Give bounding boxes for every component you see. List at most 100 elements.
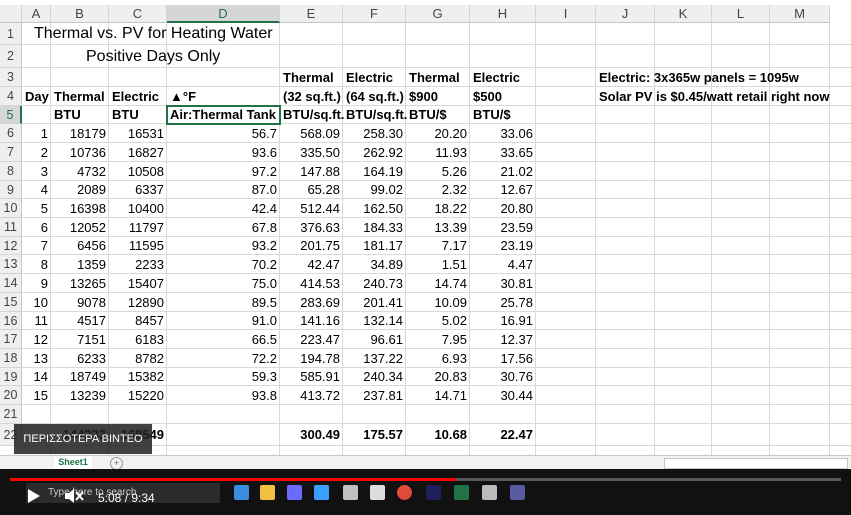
mail-icon[interactable] (370, 485, 385, 500)
data-cell-h: 33.06 (500, 126, 533, 141)
data-cell-d: 89.5 (251, 295, 277, 310)
select-all-corner[interactable] (0, 5, 22, 23)
column-header-m[interactable]: M (770, 5, 830, 23)
row-header-15[interactable]: 15 (0, 293, 22, 312)
data-cell-g: 6.93 (441, 351, 467, 366)
photos-icon[interactable] (482, 485, 497, 500)
row-header-21[interactable]: 21 (0, 405, 22, 424)
data-cell-h: 23.19 (500, 238, 533, 253)
data-cell-e: 414.53 (300, 276, 340, 291)
row-header-8[interactable]: 8 (0, 162, 22, 181)
app-icon[interactable] (314, 485, 329, 500)
row-header-17[interactable]: 17 (0, 330, 22, 349)
data-cell-d: 97.2 (251, 164, 277, 179)
data-cell-d: 93.2 (251, 238, 277, 253)
column-header-a[interactable]: A (22, 5, 51, 23)
data-cell-a: 13 (33, 351, 48, 366)
data-cell-f: 201.41 (363, 295, 403, 310)
data-cell-d: 42.4 (251, 201, 277, 216)
column-header-f[interactable]: F (343, 5, 406, 23)
data-cell-d: 75.0 (251, 276, 277, 291)
column-header-c[interactable]: C (109, 5, 167, 23)
row-header-9[interactable]: 9 (0, 181, 22, 199)
row-header-7[interactable]: 7 (0, 143, 22, 162)
file-explorer-icon[interactable] (260, 485, 275, 500)
row-header-20[interactable]: 20 (0, 386, 22, 405)
data-cell-g: 14.71 (434, 388, 467, 403)
store-icon[interactable] (287, 485, 302, 500)
row-header-3[interactable]: 3 (0, 68, 22, 87)
data-cell-c: 2233 (135, 257, 164, 272)
data-cell-d: 87.0 (251, 182, 277, 197)
edge-icon[interactable] (234, 485, 249, 500)
data-cell-h: 30.76 (500, 369, 533, 384)
row-header-16[interactable]: 16 (0, 312, 22, 330)
total-cell-h: 22.47 (500, 427, 533, 442)
column-header-g[interactable]: G (406, 5, 470, 23)
header-cell-j: Electric: 3x365w panels = 1095w (599, 70, 799, 85)
data-cell-c: 6183 (135, 332, 164, 347)
excel-icon[interactable] (454, 485, 469, 500)
data-cell-c: 16827 (127, 145, 164, 160)
header-cell-b: BTU (54, 107, 81, 122)
data-cell-h: 30.81 (500, 276, 533, 291)
total-cell-f: 175.57 (363, 427, 403, 442)
sheet-tab-bar: Sheet1 + (0, 455, 851, 471)
more-videos-button[interactable]: ΠΕΡΙΣΣΟΤΕΡΑ ΒΙΝΤΕΟ (14, 424, 152, 454)
row-header-5[interactable]: 5 (0, 106, 22, 124)
row-header-4[interactable]: 4 (0, 87, 22, 106)
row-header-18[interactable]: 18 (0, 349, 22, 368)
header-cell-e: Thermal (283, 70, 334, 85)
spreadsheet-area[interactable]: A B C D E F G H I J K L M 1 2 3 4 5 6 7 8 9 10 11 12 13 14 15 16 17 18… (0, 0, 851, 455)
column-header-d[interactable]: D (167, 5, 280, 23)
row-header-14[interactable]: 14 (0, 274, 22, 293)
data-cell-g: 2.32 (441, 182, 467, 197)
data-cell-a: 5 (40, 201, 48, 216)
data-cell-e: 283.69 (300, 295, 340, 310)
row-header-11[interactable]: 11 (0, 218, 22, 237)
header-cell-g: BTU/$ (409, 107, 447, 122)
data-cell-c: 12890 (127, 295, 164, 310)
data-cell-h: 4.47 (507, 257, 533, 272)
mute-icon[interactable] (64, 488, 84, 504)
column-header-l[interactable]: L (712, 5, 770, 23)
header-cell-c: Electric (112, 89, 159, 104)
column-header-b[interactable]: B (51, 5, 109, 23)
column-header-j[interactable]: J (596, 5, 655, 23)
data-cell-e: 42.47 (307, 257, 340, 272)
total-cell-g: 10.68 (434, 427, 467, 442)
terminal-icon[interactable] (426, 485, 441, 500)
data-cell-a: 4 (40, 182, 48, 197)
data-cell-e: 376.63 (300, 220, 340, 235)
data-cell-g: 10.09 (434, 295, 467, 310)
chrome-icon[interactable] (397, 485, 412, 500)
row-header-2[interactable]: 2 (0, 45, 22, 68)
column-header-i[interactable]: I (536, 5, 596, 23)
horizontal-scrollbar[interactable] (664, 458, 848, 469)
row-header-19[interactable]: 19 (0, 368, 22, 386)
data-cell-b: 12052 (69, 220, 106, 235)
total-cell-e: 300.49 (300, 427, 340, 442)
data-cell-b: 18749 (69, 369, 106, 384)
row-header-6[interactable]: 6 (0, 124, 22, 143)
row-header-10[interactable]: 10 (0, 199, 22, 218)
data-cell-f: 164.19 (363, 164, 403, 179)
data-cell-a: 1 (40, 126, 48, 141)
play-icon[interactable] (27, 488, 41, 504)
column-header-k[interactable]: K (655, 5, 712, 23)
column-header-e[interactable]: E (280, 5, 343, 23)
obs-icon[interactable] (510, 485, 525, 500)
data-cell-g: 7.95 (441, 332, 467, 347)
header-cell-g: Thermal (409, 70, 460, 85)
header-cell-e: (32 sq.ft.) (283, 89, 341, 104)
video-progress-fill (10, 478, 457, 481)
row-header-12[interactable]: 12 (0, 237, 22, 255)
column-header-h[interactable]: H (470, 5, 536, 23)
data-cell-f: 240.73 (363, 276, 403, 291)
row-header-1[interactable]: 1 (0, 23, 22, 45)
header-cell-h: Electric (473, 70, 520, 85)
data-cell-f: 34.89 (370, 257, 403, 272)
row-header-13[interactable]: 13 (0, 255, 22, 274)
app2-icon[interactable] (343, 485, 358, 500)
data-cell-f: 99.02 (370, 182, 403, 197)
